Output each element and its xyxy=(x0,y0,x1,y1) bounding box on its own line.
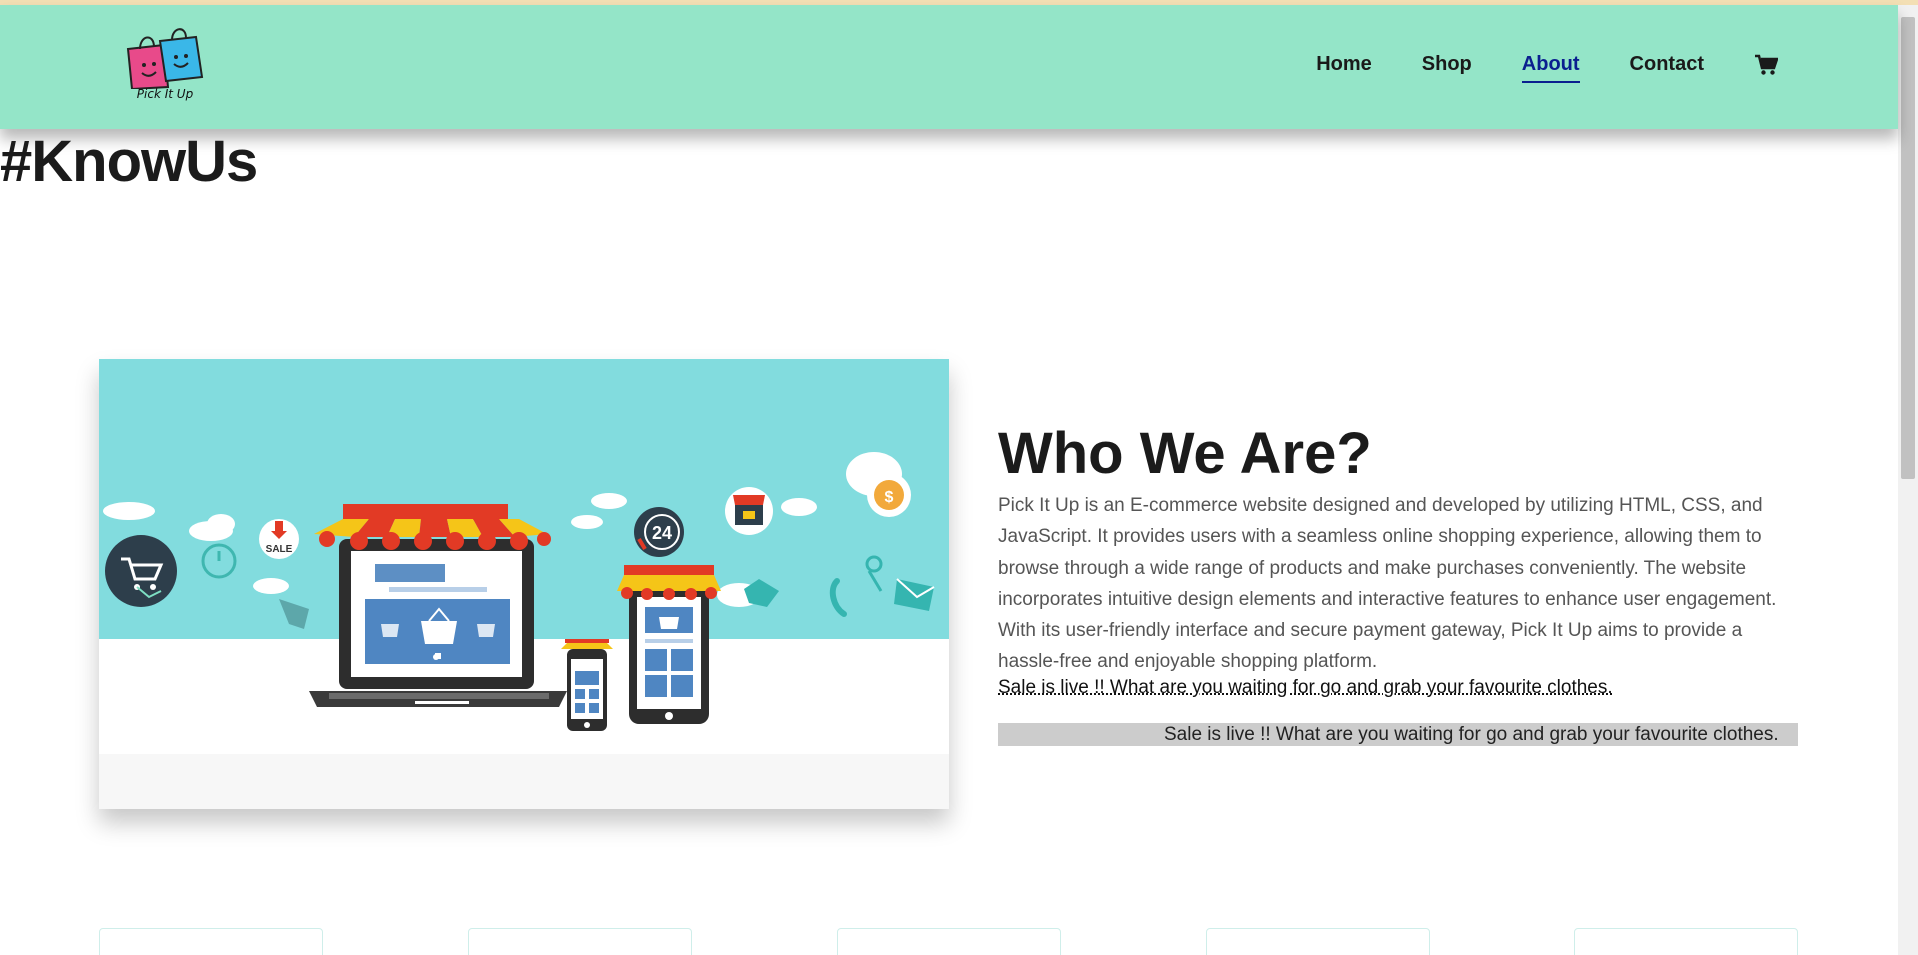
svg-text:$: $ xyxy=(885,489,894,506)
logo-text: Pick It Up xyxy=(118,87,212,101)
about-title: Who We Are? xyxy=(998,420,1372,487)
marquee-text: Sale is live !! What are you waiting for… xyxy=(1164,724,1779,746)
shopping-bags-logo-icon xyxy=(118,27,212,89)
main-nav: Home Shop About Contact xyxy=(1266,53,1778,76)
sale-badge-text: SALE xyxy=(266,544,293,555)
sale-marquee: Sale is live !! What are you waiting for… xyxy=(998,723,1798,746)
feature-card xyxy=(468,928,692,955)
feature-card xyxy=(837,928,1061,955)
site-header: Pick It Up Home Shop About Contact xyxy=(0,5,1898,129)
online-store-illustration-icon: SALE 24 $ xyxy=(99,359,949,809)
feature-card xyxy=(1574,928,1798,955)
nav-contact-link[interactable]: Contact xyxy=(1630,53,1704,76)
ecommerce-hero-image: SALE 24 $ xyxy=(99,359,949,809)
nav-home-link[interactable]: Home xyxy=(1316,53,1372,76)
feature-card xyxy=(1206,928,1430,955)
feature-card xyxy=(99,928,323,955)
scrollbar-thumb[interactable] xyxy=(1901,17,1915,479)
page-heading: #KnowUs xyxy=(0,128,257,195)
page-scrollbar[interactable] xyxy=(1898,5,1918,955)
nav-shop-link[interactable]: Shop xyxy=(1422,53,1472,76)
about-description: Pick It Up is an E-commerce website desi… xyxy=(998,490,1798,678)
clock-badge-text: 24 xyxy=(652,523,672,543)
nav-about-link[interactable]: About xyxy=(1522,53,1580,76)
sale-link[interactable]: Sale is live !! What are you waiting for… xyxy=(998,677,1613,699)
shopping-cart-icon[interactable] xyxy=(1754,54,1778,76)
site-logo[interactable]: Pick It Up xyxy=(118,27,212,111)
